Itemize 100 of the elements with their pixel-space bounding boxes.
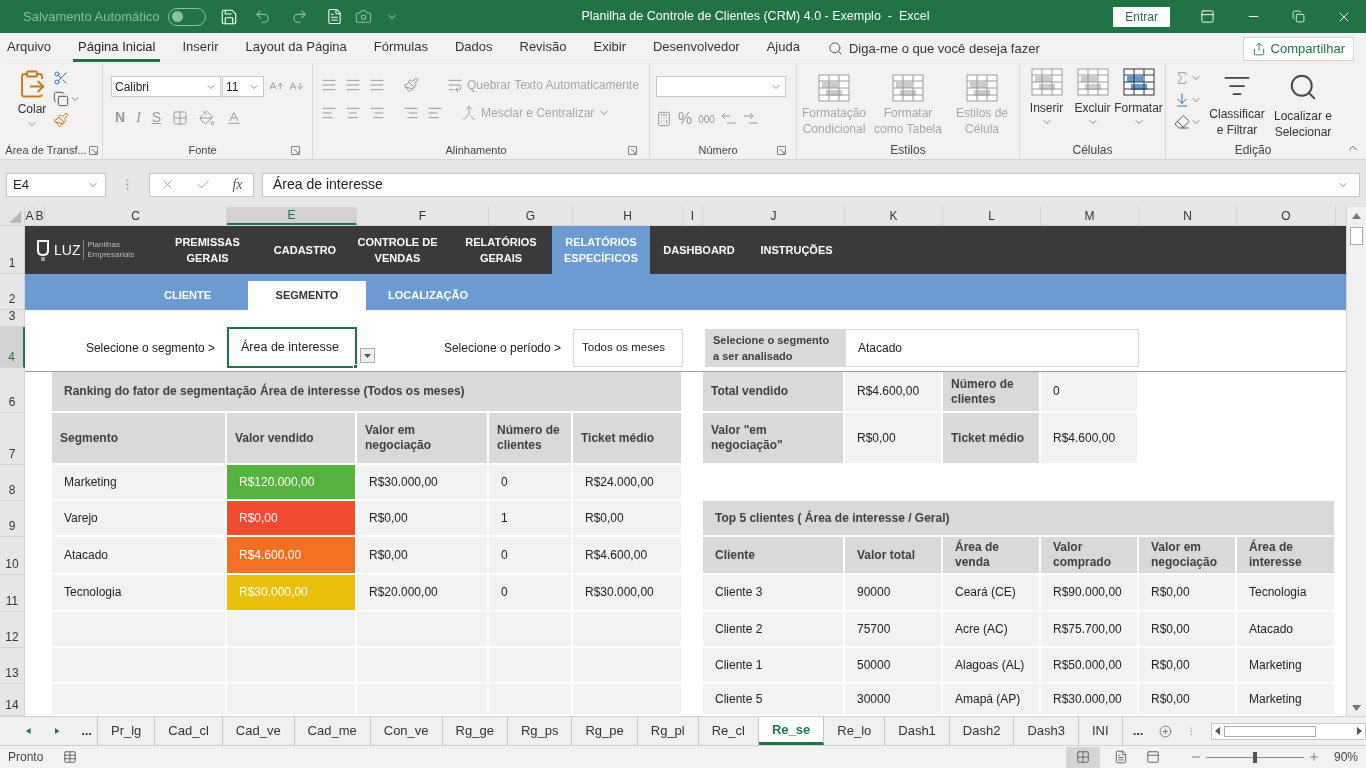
menu-tab[interactable]: Ajuda [761, 35, 805, 62]
column-letter[interactable]: M [1041, 207, 1139, 225]
sort-filter-button[interactable]: Classificar e Filtrar [1206, 64, 1268, 141]
launcher-icon[interactable] [628, 145, 637, 155]
row-header[interactable]: 4 [0, 327, 25, 368]
tell-me-field[interactable]: Diga-me o que você deseja fazer [848, 38, 1040, 59]
horizontal-scrollbar[interactable] [1210, 722, 1366, 740]
sub-tab[interactable]: SEGMENTO [248, 281, 366, 310]
scroll-down-icon[interactable] [1352, 705, 1361, 711]
search-icon[interactable] [827, 41, 843, 56]
row-header[interactable]: 14 [0, 684, 25, 716]
scroll-up-icon[interactable] [1352, 213, 1361, 219]
format-painter-icon[interactable] [53, 112, 69, 128]
menu-tab[interactable]: Desenvolvedor [648, 35, 745, 62]
document-icon[interactable] [325, 8, 343, 25]
nav-item[interactable]: CONTROLE DE VENDAS [345, 226, 450, 274]
normal-view-button[interactable] [1065, 746, 1100, 768]
column-letter[interactable]: G [489, 207, 573, 225]
sheet-tab[interactable]: Re_se [759, 717, 825, 745]
column-letter[interactable]: B [35, 207, 45, 225]
ribbon-display-icon[interactable] [1200, 9, 1215, 24]
row-header[interactable]: 1 [0, 226, 25, 274]
formula-field[interactable]: Área de interesse [262, 172, 1360, 197]
dropdown-button[interactable] [360, 348, 375, 363]
row-header[interactable]: 7 [0, 413, 25, 465]
camera-icon[interactable] [354, 8, 372, 25]
cut-icon[interactable] [53, 70, 69, 86]
nav-item[interactable]: INSTRUÇÕES [748, 226, 845, 274]
sign-in-button[interactable]: Entrar [1113, 6, 1170, 27]
row-header[interactable]: 3 [0, 310, 25, 327]
eraser-icon[interactable] [1174, 114, 1190, 130]
scroll-right-icon[interactable] [54, 727, 60, 735]
align-center-icon[interactable] [345, 105, 361, 121]
launcher-icon[interactable] [291, 145, 300, 155]
find-select-button[interactable]: Localizar e Selecionar [1272, 64, 1334, 141]
restore-icon[interactable] [1292, 10, 1305, 23]
align-middle-icon[interactable] [345, 77, 361, 93]
font-size-field[interactable]: 11 [222, 76, 264, 97]
row-header[interactable]: 9 [0, 501, 25, 537]
column-letter[interactable]: K [845, 207, 943, 225]
align-bottom-icon[interactable] [369, 77, 385, 93]
vertical-scrollbar[interactable] [1346, 207, 1366, 716]
increase-decimal-icon[interactable] [720, 112, 737, 126]
zoom-level[interactable]: 90% [1333, 748, 1358, 766]
scroll-thumb[interactable] [1223, 725, 1316, 737]
column-letter[interactable]: H [573, 207, 683, 225]
column-letter[interactable]: L [943, 207, 1041, 225]
nav-item[interactable]: RELATÓRIOS GERAIS [450, 226, 552, 274]
undo-icon[interactable] [253, 8, 271, 25]
scroll-left-icon[interactable] [1214, 727, 1220, 735]
scroll-right-icon[interactable] [1357, 727, 1362, 735]
scroll-left-icon[interactable] [26, 727, 31, 735]
row-header[interactable]: 13 [0, 648, 25, 684]
fill-handle[interactable] [353, 364, 358, 369]
menu-tab[interactable]: Layout da Página [240, 35, 352, 62]
column-letter[interactable]: I [683, 207, 703, 225]
menu-tab[interactable]: Revisão [514, 35, 572, 62]
cells-button[interactable]: Excluir [1069, 64, 1116, 136]
menu-tab[interactable]: Página Inicial [73, 35, 161, 62]
nav-item[interactable]: DASHBOARD [650, 226, 748, 274]
share-button[interactable]: Compartilhar [1242, 36, 1354, 61]
segment-select[interactable]: Área de interesse [227, 327, 357, 368]
align-right-icon[interactable] [369, 105, 385, 121]
number-format-field[interactable] [656, 76, 786, 97]
segment-panel-field[interactable]: Atacado [845, 328, 1139, 367]
decrease-decimal-icon[interactable] [742, 112, 759, 126]
zoom-slider[interactable] [1205, 751, 1304, 763]
save-icon[interactable] [219, 7, 238, 26]
column-letter[interactable]: N [1139, 207, 1237, 225]
insert-function-button[interactable]: fx [232, 174, 243, 195]
menu-tab[interactable]: Exibir [588, 35, 631, 62]
column-letter[interactable]: O [1237, 207, 1336, 225]
name-box[interactable]: E4 [6, 172, 106, 197]
scroll-thumb[interactable] [1350, 227, 1363, 245]
row-header[interactable]: 11 [0, 575, 25, 612]
align-left-icon[interactable] [321, 105, 337, 121]
sum-icon[interactable] [1174, 70, 1190, 86]
period-select[interactable]: Todos os meses [573, 328, 683, 367]
copy-icon[interactable] [53, 91, 69, 107]
redo-icon[interactable] [290, 8, 308, 25]
row-header[interactable]: 12 [0, 612, 25, 648]
menu-tab[interactable]: Inserir [177, 35, 224, 62]
page-layout-icon[interactable] [1113, 750, 1128, 764]
row-header[interactable]: 2 [0, 274, 25, 310]
column-letter[interactable]: F [357, 207, 489, 225]
menu-tab[interactable]: Fórmulas [368, 35, 433, 62]
font-name-field[interactable]: Calibri [111, 76, 221, 97]
zoom-in-icon[interactable] [1307, 751, 1320, 763]
cells-button[interactable]: Inserir [1023, 64, 1070, 136]
launcher-icon[interactable] [777, 145, 786, 155]
cells-button[interactable]: Formatar [1115, 64, 1162, 136]
paste-button[interactable]: Colar [17, 68, 47, 130]
align-top-icon[interactable] [321, 77, 337, 93]
add-sheet-icon[interactable] [1159, 722, 1173, 740]
column-letter[interactable]: J [703, 207, 845, 225]
borders-icon[interactable] [172, 109, 189, 126]
fill-color-icon[interactable] [199, 109, 216, 126]
more-tabs-button[interactable]: ... [1122, 717, 1154, 745]
font-color-icon[interactable] [226, 109, 243, 126]
column-letter[interactable]: E [227, 207, 357, 225]
